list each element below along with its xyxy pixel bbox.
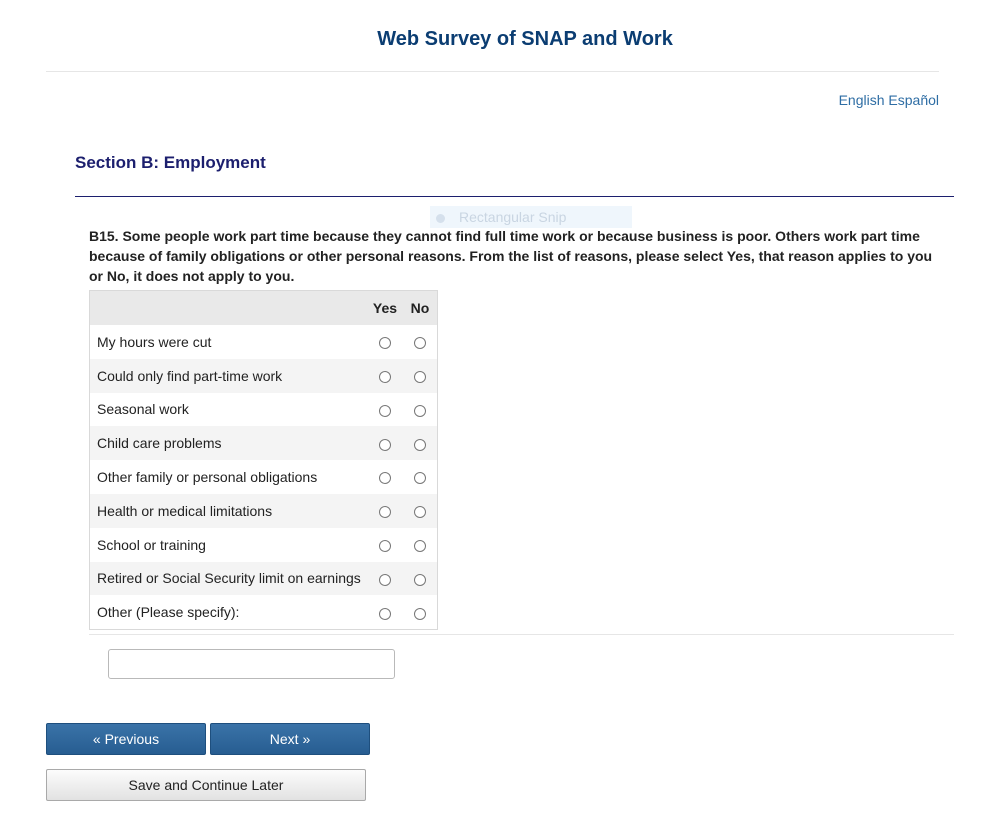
radio-yes[interactable]: [379, 472, 391, 485]
radio-yes[interactable]: [379, 539, 391, 552]
radio-no[interactable]: [414, 472, 426, 485]
grid-row: Retired or Social Security limit on earn…: [90, 561, 437, 596]
grid-divider: [89, 634, 954, 635]
radio-no[interactable]: [414, 607, 426, 620]
radio-yes[interactable]: [379, 370, 391, 383]
reasons-grid: Yes No My hours were cut Could only find…: [89, 290, 438, 631]
radio-no[interactable]: [414, 370, 426, 383]
language-link-espanol[interactable]: Español: [888, 92, 939, 108]
radio-no[interactable]: [414, 337, 426, 350]
grid-row-label: Could only find part-time work: [97, 367, 283, 384]
grid-row-label: My hours were cut: [97, 333, 212, 350]
section-divider: [75, 196, 954, 197]
survey-page: Web Survey of SNAP and Work English Espa…: [0, 0, 986, 815]
grid-rows: My hours were cut Could only find part-t…: [90, 325, 437, 630]
snip-overlay-label: Rectangular Snip: [459, 209, 567, 225]
radio-yes[interactable]: [379, 404, 391, 417]
language-link-english[interactable]: English: [839, 92, 885, 108]
save-continue-later-button[interactable]: Save and Continue Later: [46, 769, 366, 801]
radio-no[interactable]: [414, 404, 426, 417]
grid-row-label: Health or medical limitations: [97, 502, 273, 519]
grid-row: My hours were cut: [90, 325, 437, 359]
radio-yes[interactable]: [379, 506, 391, 519]
grid-row: Seasonal work: [90, 392, 437, 427]
next-button[interactable]: Next »: [210, 723, 370, 755]
snip-tool-overlay: Rectangular Snip: [430, 206, 632, 228]
header-divider: [46, 71, 939, 72]
grid-row-label: School or training: [97, 536, 206, 553]
grid-row: Child care problems: [90, 426, 437, 461]
language-switcher: English Español: [839, 92, 939, 108]
radio-no[interactable]: [414, 506, 426, 519]
section-title: Section B: Employment: [75, 153, 266, 172]
grid-header: Yes No: [90, 291, 437, 325]
grid-header-no: No: [410, 300, 430, 316]
radio-yes[interactable]: [379, 337, 391, 350]
grid-row: Other family or personal obligations: [90, 460, 437, 494]
grid-header-yes: Yes: [372, 300, 398, 316]
grid-row: Could only find part-time work: [90, 358, 437, 393]
grid-row-label: Child care problems: [97, 435, 222, 452]
grid-row: Other (Please specify):: [90, 595, 437, 630]
grid-row-label: Other family or personal obligations: [97, 469, 318, 486]
question-text: B15. Some people work part time because …: [89, 228, 933, 284]
radio-no[interactable]: [414, 539, 426, 552]
grid-row: School or training: [90, 527, 437, 562]
grid-row-label: Other (Please specify):: [97, 604, 240, 621]
snip-icon: [436, 213, 445, 223]
previous-button[interactable]: « Previous: [46, 723, 206, 755]
grid-row: Health or medical limitations: [90, 493, 437, 528]
radio-no[interactable]: [414, 438, 426, 451]
grid-row-label: Seasonal work: [97, 401, 189, 418]
page-title: Web Survey of SNAP and Work: [377, 28, 673, 50]
other-specify-input[interactable]: [108, 649, 395, 679]
radio-yes[interactable]: [379, 607, 391, 620]
radio-yes[interactable]: [379, 438, 391, 451]
radio-no[interactable]: [414, 573, 426, 586]
radio-yes[interactable]: [379, 573, 391, 586]
grid-row-label: Retired or Social Security limit on earn…: [97, 570, 361, 587]
